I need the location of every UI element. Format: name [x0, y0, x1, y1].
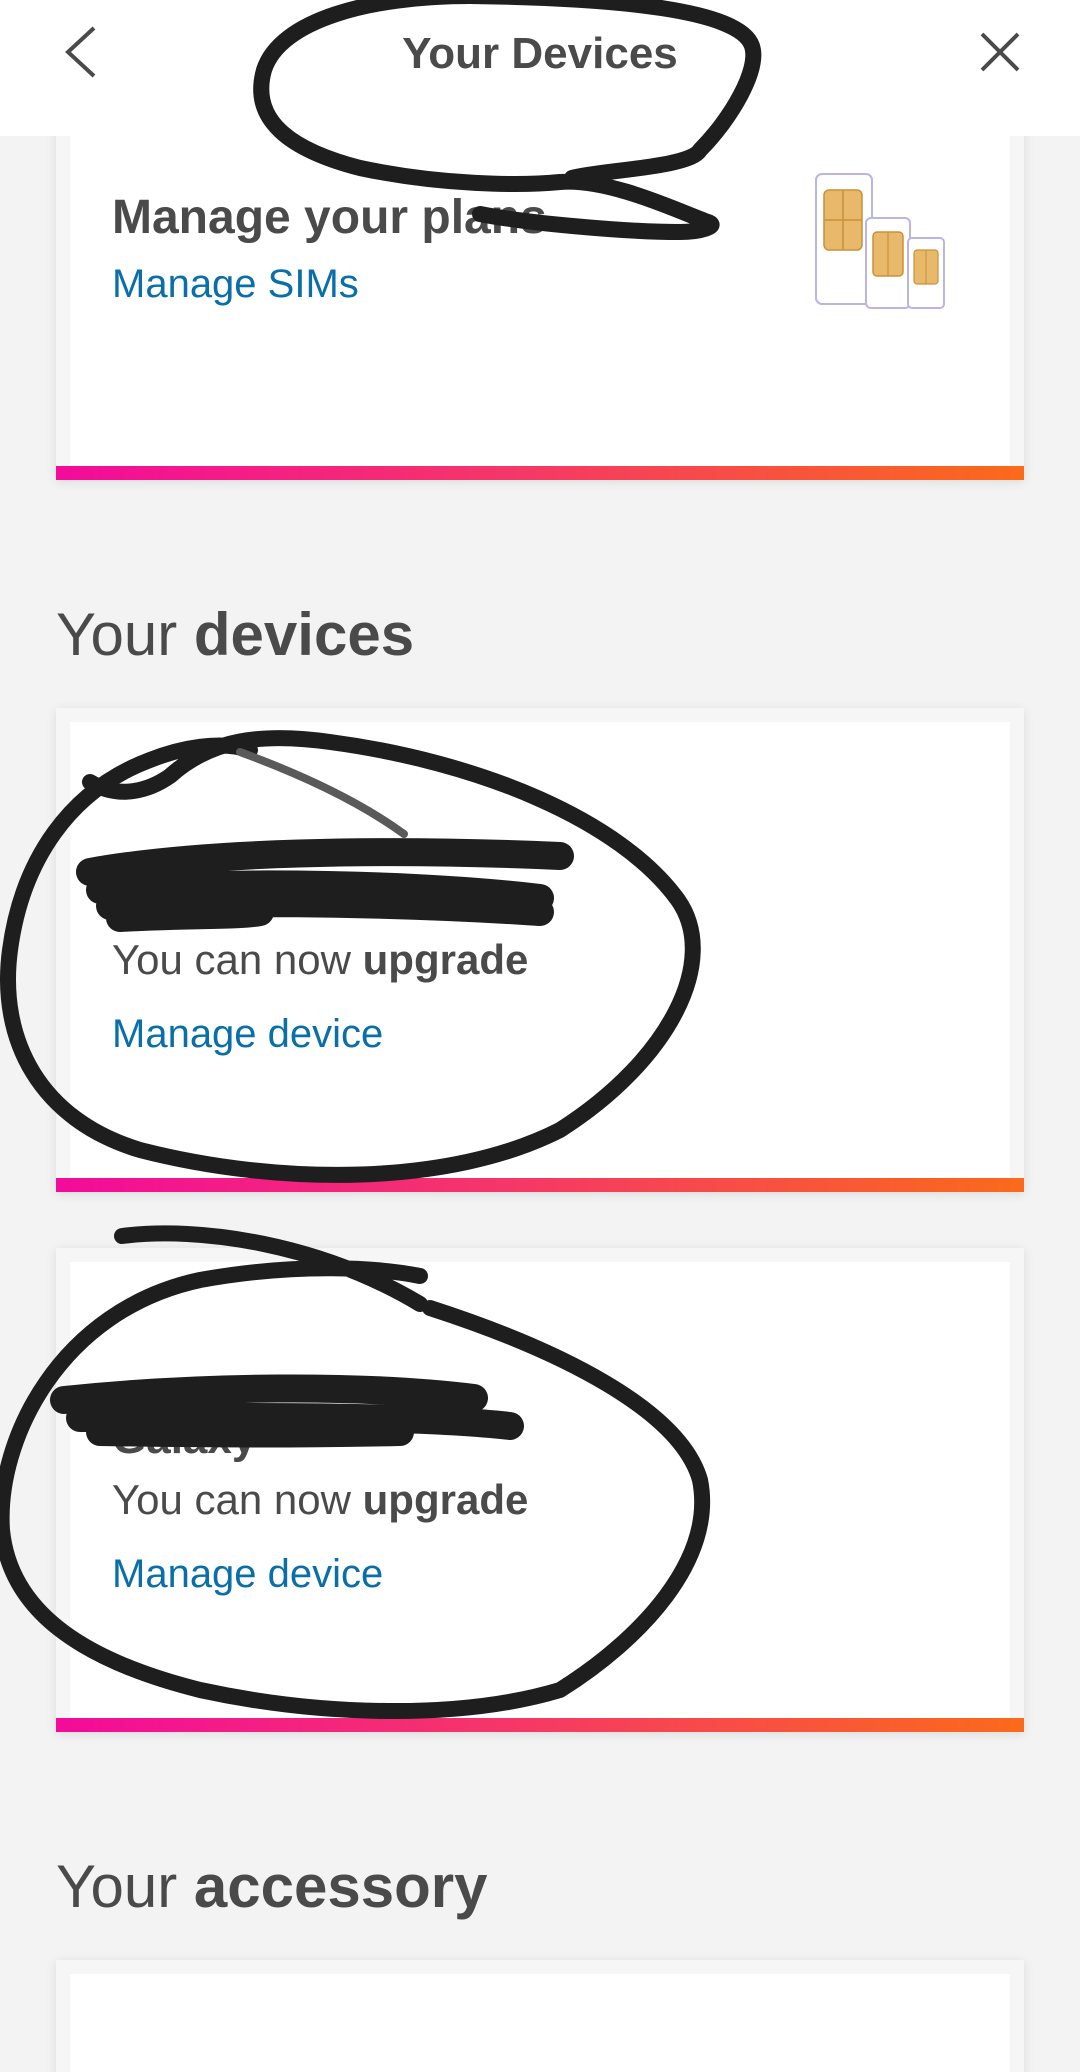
upgrade-prefix: You can now: [112, 1476, 351, 1523]
device-card: Galaxy You can now upgrade Manage device: [56, 1248, 1024, 1732]
close-icon: [978, 30, 1022, 79]
manage-device-link[interactable]: Manage device: [112, 1012, 383, 1057]
devices-title-prefix: Your: [56, 601, 178, 668]
chevron-left-icon: [58, 22, 102, 87]
accessory-card: [56, 1960, 1024, 2072]
sim-cards-icon: [796, 154, 1006, 324]
device-card: You can now upgrade Manage device: [56, 708, 1024, 1192]
page-title: Your Devices: [402, 29, 678, 78]
upgrade-prefix: You can now: [112, 936, 351, 983]
devices-title-bold: devices: [193, 601, 415, 668]
accessory-section-title: Your accessory: [56, 1852, 488, 1921]
close-button[interactable]: [960, 14, 1040, 94]
device-name: Galaxy: [112, 1414, 257, 1463]
manage-device-link[interactable]: Manage device: [112, 1552, 383, 1597]
plans-card-body: Manage your plans Manage SIMs: [70, 114, 1010, 466]
upgrade-bold: upgrade: [362, 1476, 529, 1523]
upgrade-bold: upgrade: [362, 936, 529, 983]
header-bar: Your Devices: [0, 0, 1080, 136]
accessory-title-prefix: Your: [56, 1853, 178, 1920]
device-card-accent-bar: [56, 1178, 1024, 1192]
accessory-card-body: [70, 1974, 1010, 2072]
devices-section-title: Your devices: [56, 600, 414, 669]
plans-title: Manage your plans: [112, 191, 547, 244]
plans-card: Manage your plans Manage SIMs: [56, 100, 1024, 480]
accessory-title-bold: accessory: [193, 1853, 488, 1920]
page: Your Devices Manage your plans Manage SI…: [0, 0, 1080, 2072]
device-card-body: You can now upgrade Manage device: [70, 722, 1010, 1178]
device-card-accent-bar: [56, 1718, 1024, 1732]
back-button[interactable]: [40, 14, 120, 94]
device-card-body: Galaxy You can now upgrade Manage device: [70, 1262, 1010, 1718]
upgrade-status: You can now upgrade: [112, 1476, 528, 1524]
upgrade-status: You can now upgrade: [112, 936, 528, 984]
manage-sims-link[interactable]: Manage SIMs: [112, 262, 359, 307]
plans-card-accent-bar: [56, 466, 1024, 480]
